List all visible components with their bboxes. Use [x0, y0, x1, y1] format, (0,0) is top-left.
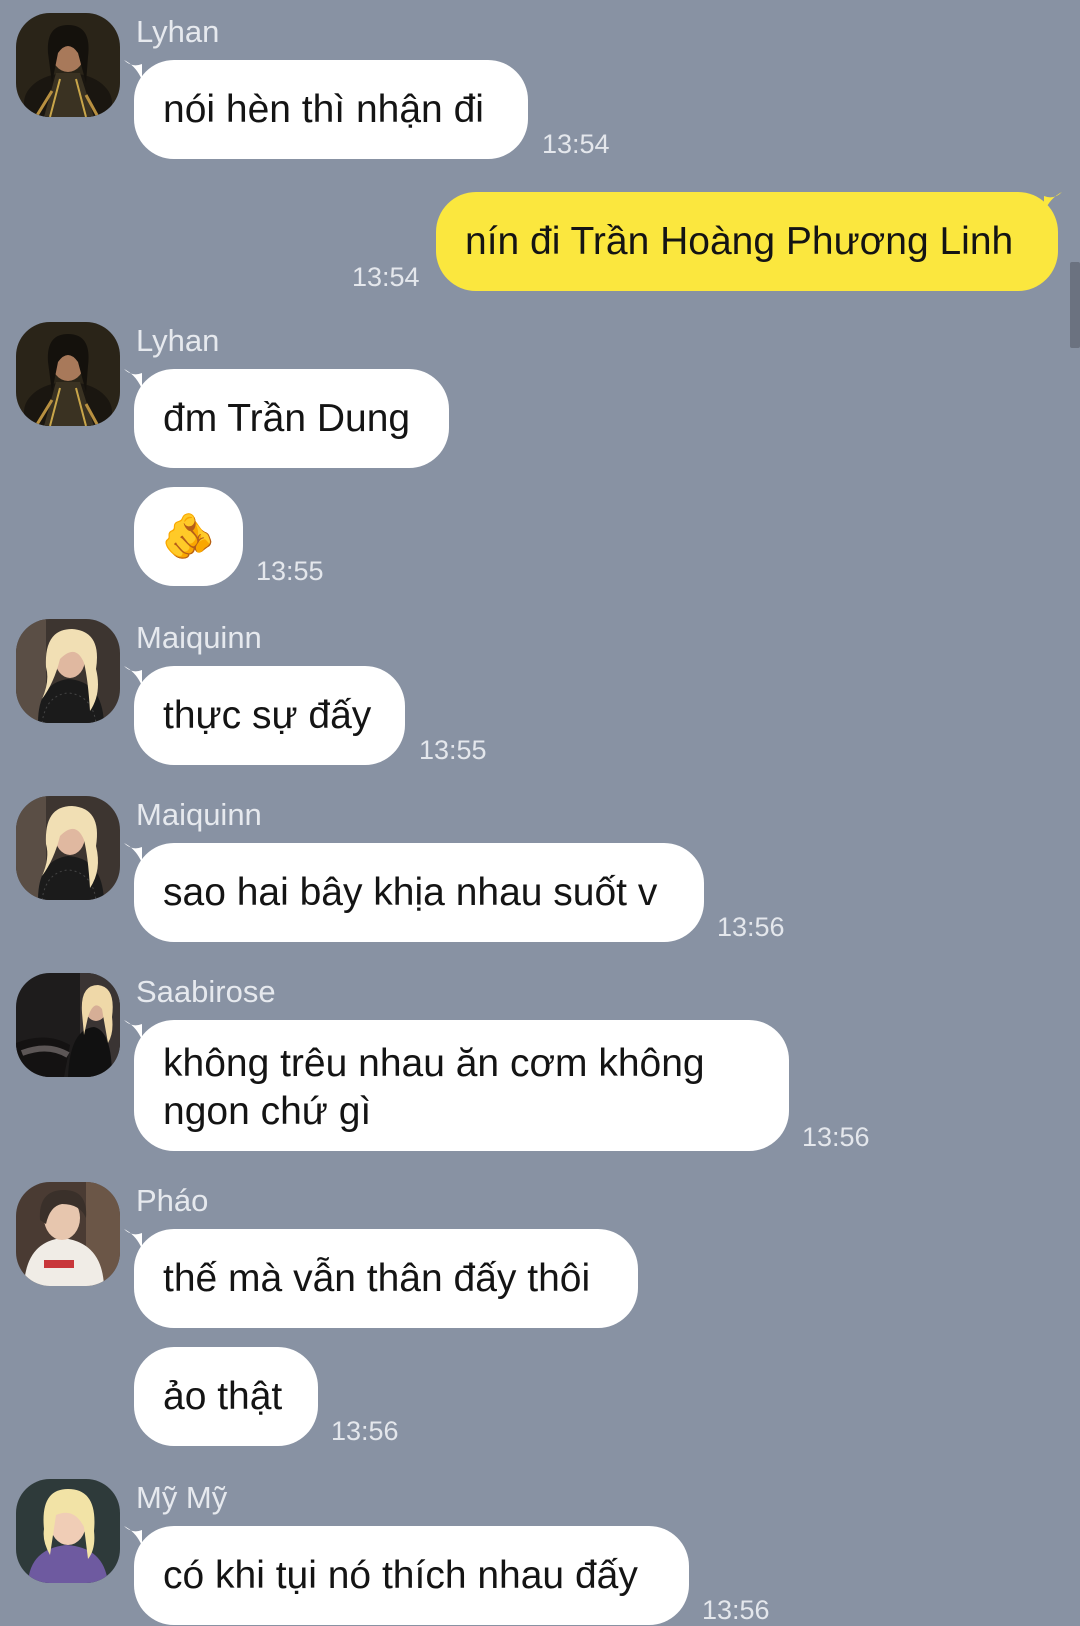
- bubble-tail: [124, 843, 142, 863]
- message-bubble[interactable]: có khi tụi nó thích nhau đấy: [134, 1526, 689, 1625]
- message-time: 13:56: [331, 1416, 399, 1446]
- scrollbar-thumb[interactable]: [1070, 262, 1080, 348]
- pointing-at-viewer-emoji: 🫵: [161, 511, 216, 561]
- sender-name: Lyhan: [136, 14, 220, 49]
- message-time: 13:56: [802, 1122, 870, 1152]
- message-time: 13:54: [542, 129, 610, 159]
- message-time: 13:56: [702, 1595, 770, 1625]
- bubble-tail: [124, 666, 142, 686]
- message-bubble[interactable]: ảo thật: [134, 1347, 318, 1446]
- chat-message-list[interactable]: Lyhan nói hèn thì nhận đi 13:54 13:54 ní…: [0, 0, 1080, 1626]
- avatar-maiquinn[interactable]: [16, 619, 120, 723]
- sender-name: Maiquinn: [136, 797, 262, 832]
- message-bubble[interactable]: không trêu nhau ăn cơm không ngon chứ gì: [134, 1020, 789, 1151]
- sender-name: Maiquinn: [136, 620, 262, 655]
- bubble-tail: [124, 1526, 142, 1546]
- sender-name: Lyhan: [136, 323, 220, 358]
- message-time: 13:55: [419, 735, 487, 765]
- bubble-tail: [124, 369, 142, 389]
- message-time: 13:55: [256, 556, 324, 586]
- sender-name: Mỹ Mỹ: [136, 1480, 228, 1515]
- avatar-maiquinn[interactable]: [16, 796, 120, 900]
- avatar-phao[interactable]: [16, 1182, 120, 1286]
- avatar-lyhan[interactable]: [16, 322, 120, 426]
- message-bubble[interactable]: nói hèn thì nhận đi: [134, 60, 528, 159]
- avatar-saabirose[interactable]: [16, 973, 120, 1077]
- bubble-tail: [124, 1229, 142, 1249]
- sender-name: Saabirose: [136, 974, 276, 1009]
- message-bubble[interactable]: đm Trần Dung: [134, 369, 449, 468]
- avatar-my-my[interactable]: [16, 1479, 120, 1583]
- bubble-tail: [124, 60, 142, 80]
- my-message-bubble[interactable]: nín đi Trần Hoàng Phương Linh: [436, 192, 1058, 291]
- message-bubble[interactable]: thế mà vẫn thân đấy thôi: [134, 1229, 638, 1328]
- avatar-lyhan[interactable]: [16, 13, 120, 117]
- bubble-tail: [124, 1020, 142, 1040]
- message-time: 13:54: [352, 262, 420, 292]
- message-bubble[interactable]: thực sự đấy: [134, 666, 405, 765]
- message-time: 13:56: [717, 912, 785, 942]
- sender-name: Pháo: [136, 1183, 209, 1218]
- message-bubble[interactable]: sao hai bây khịa nhau suốt v: [134, 843, 704, 942]
- message-bubble[interactable]: 🫵: [134, 487, 243, 586]
